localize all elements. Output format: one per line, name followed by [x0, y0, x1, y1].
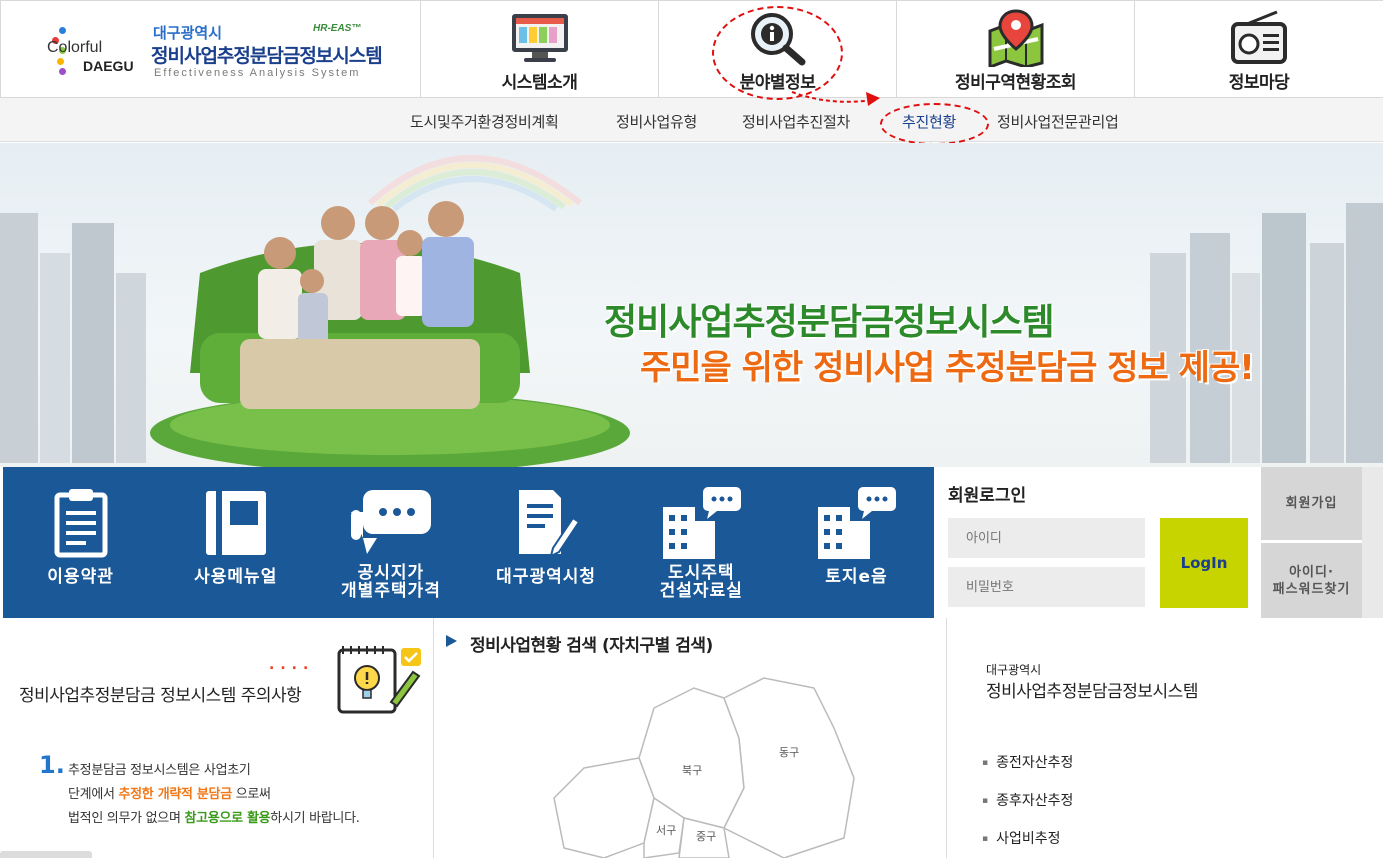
- notice-line2-c: 으로써: [231, 787, 271, 802]
- notice-highlight-green: 참고용으로 활용: [184, 811, 271, 826]
- district-search-title: 정비사업현황 검색 (자치구별 검색): [470, 636, 713, 656]
- nav-label: 정비구역현황조회: [954, 73, 1077, 93]
- district-search-section: 정비사업현황 검색 (자치구별 검색) 북구 동구 서구 중구: [434, 618, 947, 858]
- find-line2: 패스워드찾기: [1272, 581, 1351, 597]
- password-input[interactable]: [948, 567, 1145, 607]
- quick-urban-housing-archive[interactable]: 도시주택 건설자료실: [624, 467, 779, 618]
- map-district-dong[interactable]: [722, 677, 855, 858]
- info-city: 대구광역시: [986, 663, 1042, 677]
- logo[interactable]: Colorful DAEGU 대구광역시 HR-EAS™ 정비사업추정분담금정보…: [1, 1, 421, 97]
- nav-info-plaza[interactable]: 정보마당: [1135, 1, 1383, 97]
- notice-text: 추정분담금 정보시스템은 사업초기 단계에서 추정한 개략적 분담금 으로써 법…: [68, 759, 360, 831]
- scroll-strip: [1362, 467, 1383, 618]
- chat-bubble-icon: [349, 483, 433, 563]
- id-input[interactable]: [948, 518, 1145, 558]
- quick-label: 대구광역시청: [496, 567, 597, 587]
- clipboard-icon: [39, 483, 123, 563]
- notice-section: .... 정비사업추정분담금 정보시스템 주의사항 1. 추정분담금 정보시스템…: [3, 618, 434, 858]
- radio-icon: [1228, 9, 1290, 67]
- annotation-circle: [712, 6, 843, 100]
- map-pin-icon: [985, 9, 1047, 67]
- nav-system-intro[interactable]: 시스템소개: [421, 1, 659, 97]
- info-link-previous-assets[interactable]: 종전자산추정: [982, 752, 1073, 772]
- nav-label: 정보마당: [1228, 73, 1290, 93]
- quick-label-line2: 개별주택가격: [341, 581, 441, 601]
- bottom-scrollbar[interactable]: [0, 851, 92, 858]
- header: Colorful DAEGU 대구광역시 HR-EAS™ 정비사업추정분담금정보…: [0, 0, 1383, 98]
- notice-line3-c: 하시기 바랍니다.: [270, 811, 360, 826]
- quick-label: 공시지가 개별주택가격: [311, 564, 471, 600]
- triangle-bullet-icon: [446, 635, 457, 647]
- quick-menu: 이용약관 사용메뉴얼 공시지가 개별주택가격 대구광역시청 도시주택 건설자료실…: [3, 467, 934, 618]
- idea-note-icon: [337, 646, 421, 714]
- notice-line3: 법적인 의무가 없으며 참고용으로 활용하시기 바랍니다.: [68, 807, 360, 831]
- annotation-circle: [880, 103, 989, 145]
- map-label-jung: 중구: [696, 830, 716, 843]
- quick-label: 토지e음: [825, 567, 888, 587]
- notice-highlight-orange: 추정한 개략적 분담금: [118, 787, 232, 802]
- banner-subtitle: 주민을 위한 정비사업 추정분담금 정보 제공!: [640, 348, 1255, 388]
- logo-colorful: Colorful: [47, 39, 103, 56]
- notice-dots: ....: [269, 657, 315, 673]
- find-line1: 아이디·: [1289, 564, 1334, 580]
- map-label-dong: 동구: [779, 746, 799, 759]
- quick-label: 사용메뉴얼: [194, 567, 278, 587]
- login-button[interactable]: LogIn: [1160, 518, 1248, 608]
- hero-banner: 정비사업추정분담금정보시스템 주민을 위한 정비사업 추정분담금 정보 제공!: [0, 143, 1383, 467]
- nav-district-status[interactable]: 정비구역현황조회: [897, 1, 1135, 97]
- info-link-project-cost[interactable]: 사업비추정: [982, 828, 1060, 848]
- map-label-seo: 서구: [656, 824, 676, 837]
- login-title: 회원로그인: [948, 486, 1027, 506]
- quick-label-line2: 건설자료실: [659, 581, 743, 601]
- document-pen-icon: [504, 483, 588, 563]
- quick-user-manual[interactable]: 사용메뉴얼: [158, 467, 313, 618]
- subnav-project-type[interactable]: 정비사업유형: [616, 111, 697, 132]
- quick-label: 이용약관: [47, 567, 114, 587]
- building-chat-icon: [659, 483, 743, 563]
- annotation-arrow: [791, 91, 880, 106]
- info-link-subsequent-assets[interactable]: 종후자산추정: [982, 790, 1073, 810]
- info-system-name: 정비사업추정분담금정보시스템: [986, 682, 1198, 702]
- system-info-section: 대구광역시 정비사업추정분담금정보시스템 종전자산추정 종후자산추정 사업비추정: [948, 618, 1383, 858]
- login-panel: 회원로그인 LogIn: [934, 467, 1261, 618]
- quick-label-line1: 도시주택: [667, 563, 735, 583]
- quick-land-price[interactable]: 공시지가 개별주택가격: [313, 467, 468, 618]
- book-icon: [194, 483, 278, 563]
- notice-line2: 단계에서 추정한 개략적 분담금 으로써: [68, 783, 360, 807]
- logo-english: Effectiveness Analysis System: [154, 67, 361, 79]
- notice-line3-a: 법적인 의무가 없으며: [68, 811, 185, 826]
- quick-daegu-city-hall[interactable]: 대구광역시청: [469, 467, 624, 618]
- notice-title: 정비사업추정분담금 정보시스템 주의사항: [19, 686, 302, 706]
- building-chat-icon: [814, 483, 898, 563]
- subnav-expert-management[interactable]: 정비사업전문관리업: [997, 111, 1119, 132]
- subnav-urban-plan[interactable]: 도시및주거환경정비계획: [410, 111, 559, 132]
- quick-label: 도시주택 건설자료실: [621, 564, 781, 600]
- logo-daegu: DAEGU: [83, 58, 134, 74]
- quick-terms-of-use[interactable]: 이용약관: [3, 467, 158, 618]
- join-button[interactable]: 회원가입: [1261, 467, 1362, 540]
- logo-city: 대구광역시: [153, 24, 223, 42]
- find-account-label: 아이디· 패스워드찾기: [1273, 564, 1351, 598]
- find-account-button[interactable]: 아이디· 패스워드찾기: [1261, 543, 1362, 618]
- monitor-icon: [509, 9, 571, 67]
- notice-line1: 추정분담금 정보시스템은 사업초기: [68, 763, 251, 778]
- logo-system-name: 정비사업추정분담금정보시스템: [151, 45, 383, 67]
- nav-label: 시스템소개: [501, 73, 578, 93]
- sub-navigation: 도시및주거환경정비계획 정비사업유형 정비사업추진절차 추진현황 정비사업전문관…: [0, 98, 1383, 142]
- map-label-buk: 북구: [682, 764, 702, 777]
- quick-land-eum[interactable]: 토지e음: [779, 467, 934, 618]
- banner-title: 정비사업추정분담금정보시스템: [604, 302, 1055, 343]
- map-district-west-outer[interactable]: [553, 757, 655, 858]
- quick-label-line1: 공시지가: [357, 563, 425, 583]
- logo-badge: HR-EAS™: [313, 23, 362, 34]
- district-map: 북구 동구 서구 중구: [553, 677, 855, 858]
- notice-line2-a: 단계에서: [68, 787, 119, 802]
- notice-number: 1.: [39, 751, 65, 779]
